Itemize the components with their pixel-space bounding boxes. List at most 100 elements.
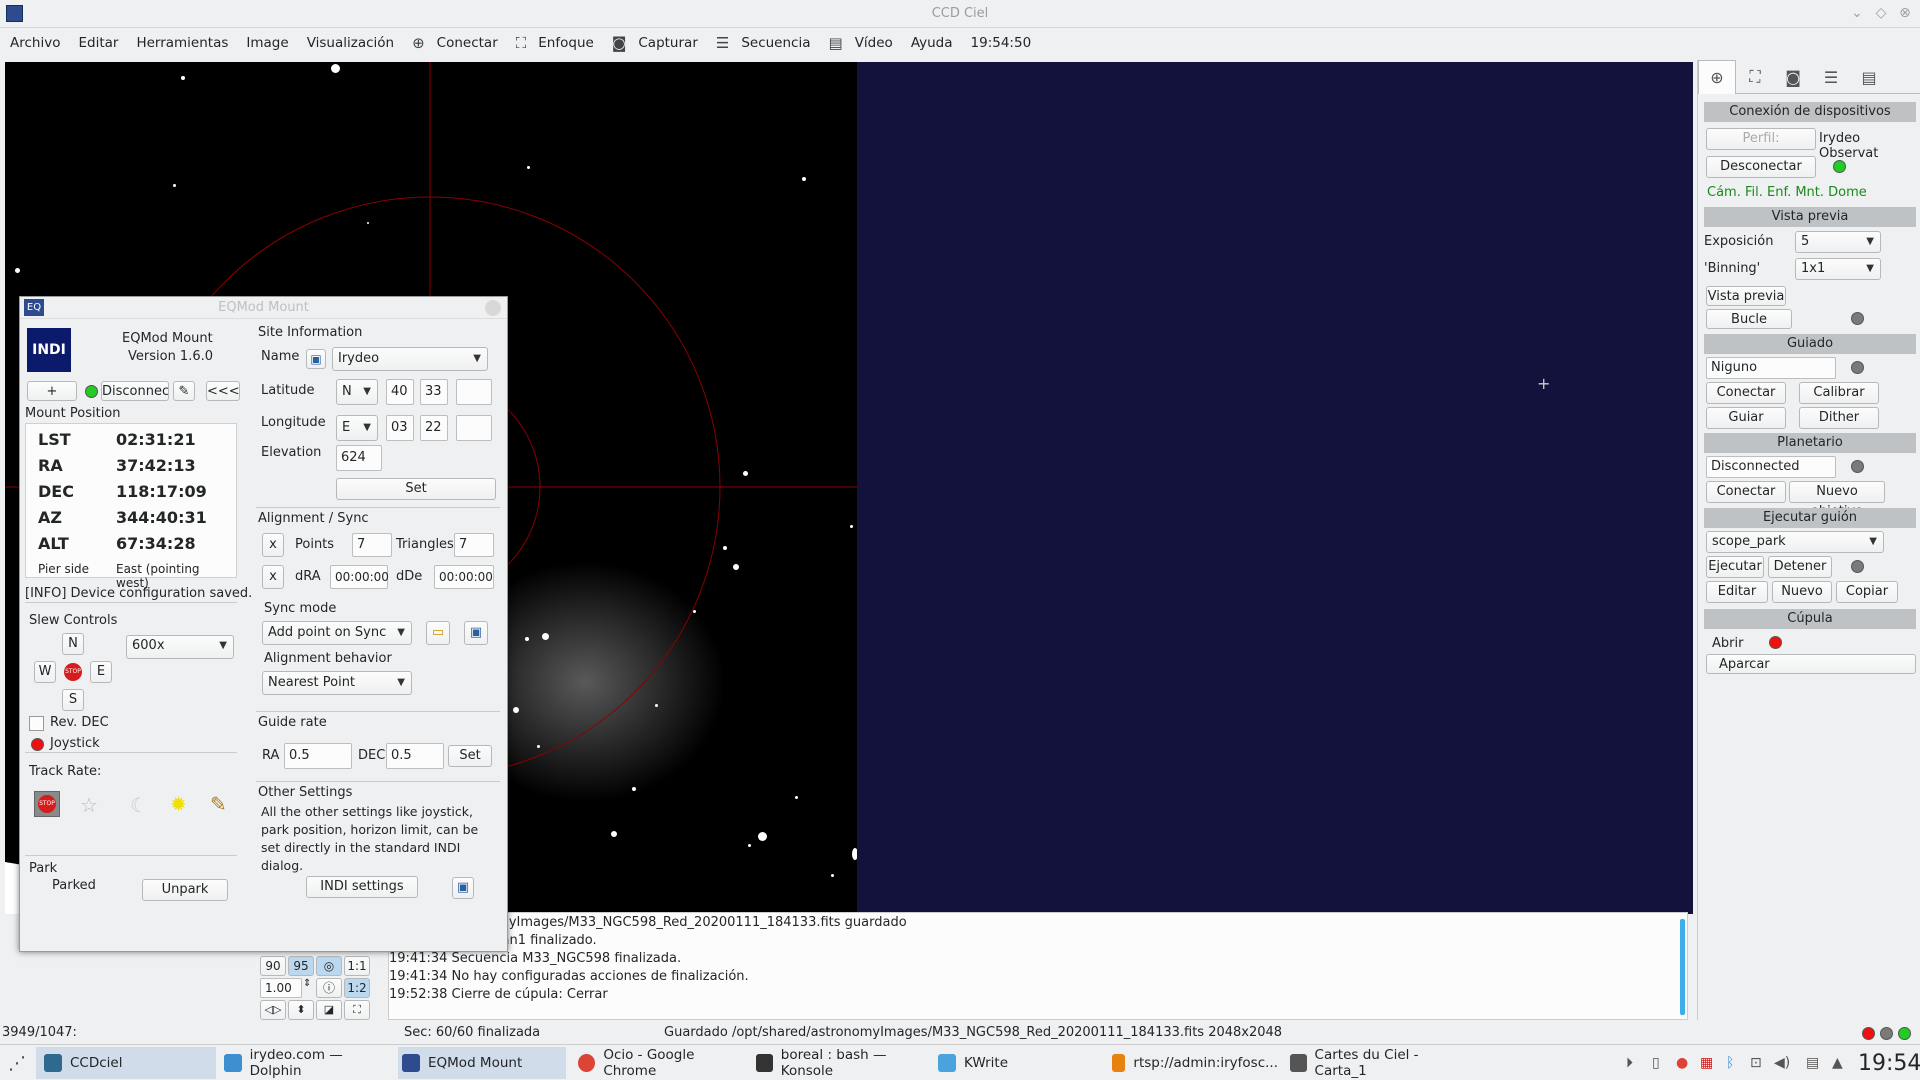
- menu-conectar[interactable]: ⊕ Conectar: [412, 34, 498, 52]
- guide-rate-dec-input[interactable]: 0.5: [386, 743, 444, 769]
- unpark-button[interactable]: Unpark: [142, 879, 228, 901]
- info-icon[interactable]: ⓘ: [316, 978, 342, 998]
- stop-icon[interactable]: STOP: [64, 663, 82, 681]
- zoom-input[interactable]: 1.00: [260, 978, 302, 998]
- maximize-icon[interactable]: ◇: [1872, 4, 1890, 22]
- rev-dec-checkbox[interactable]: [29, 716, 44, 731]
- sync-mode-select[interactable]: Add point on Sync ▼: [262, 621, 412, 645]
- save-icon[interactable]: ▣: [464, 621, 488, 645]
- preview-button[interactable]: Vista previa: [1706, 286, 1786, 306]
- task-vlc[interactable]: rtsp://admin:iryfosc...: [1108, 1047, 1278, 1079]
- bluetooth-icon[interactable]: ᛒ: [1726, 1055, 1734, 1071]
- fit-icon[interactable]: ⛶: [344, 1000, 370, 1020]
- clip-90-button[interactable]: 90: [260, 956, 286, 976]
- wrench-icon[interactable]: ✎: [173, 381, 195, 401]
- zoom-1-1-button[interactable]: 1:1: [344, 956, 370, 976]
- slew-south-button[interactable]: S: [62, 689, 84, 711]
- align-behavior-select[interactable]: Nearest Point ▼: [262, 671, 412, 695]
- longitude-min-input[interactable]: 22: [420, 415, 448, 441]
- sky-background[interactable]: +: [857, 62, 1693, 914]
- task-konsole[interactable]: boreal : bash — Konsole: [752, 1047, 932, 1079]
- stop-script-button[interactable]: Detener: [1768, 556, 1832, 578]
- task-chrome[interactable]: Ocio - Google Chrome: [570, 1047, 746, 1079]
- planet-connect-button[interactable]: Conectar: [1706, 481, 1786, 503]
- taskbar-clock[interactable]: 19:54: [1858, 1051, 1920, 1076]
- edit-script-button[interactable]: Editar: [1706, 581, 1768, 603]
- guider-field[interactable]: Niguno: [1706, 357, 1836, 379]
- chrome-tray-icon[interactable]: ●: [1676, 1055, 1688, 1071]
- indi-settings-button[interactable]: INDI settings: [306, 876, 418, 898]
- loop-button[interactable]: Bucle: [1706, 309, 1792, 329]
- latitude-dir-select[interactable]: N ▼: [336, 379, 378, 405]
- site-set-button[interactable]: Set: [336, 478, 496, 500]
- log-panel[interactable]: t/shared/astronomyImages/M33_NGC598_Red_…: [388, 912, 1688, 1020]
- menu-image[interactable]: Image: [246, 35, 288, 51]
- save-icon[interactable]: ▣: [306, 349, 326, 369]
- notes-icon[interactable]: ▤: [1806, 1055, 1819, 1071]
- tray-expand-icon[interactable]: ▲: [1832, 1055, 1843, 1071]
- custom-rate-icon[interactable]: ✎: [210, 792, 227, 816]
- open-folder-icon[interactable]: ▭: [426, 621, 450, 645]
- run-script-button[interactable]: Ejecutar: [1706, 556, 1764, 578]
- media-icon[interactable]: ⏵: [1626, 1055, 1633, 1071]
- minimize-icon[interactable]: ⌄: [1848, 4, 1866, 22]
- longitude-sec-input[interactable]: [456, 415, 492, 441]
- invert-icon[interactable]: ◪: [316, 1000, 342, 1020]
- slew-east-button[interactable]: E: [90, 661, 112, 683]
- log-scrollbar[interactable]: [1680, 919, 1685, 1015]
- flip-h-icon[interactable]: ◁▷: [260, 1000, 286, 1020]
- elevation-input[interactable]: 624: [336, 445, 382, 471]
- guide-button[interactable]: Guiar: [1706, 407, 1786, 429]
- slew-north-button[interactable]: N: [62, 633, 84, 655]
- task-dolphin[interactable]: irydeo.com — Dolphin: [220, 1047, 396, 1079]
- slew-west-button[interactable]: W: [34, 661, 56, 683]
- binning-select[interactable]: 1x1 ▼: [1795, 258, 1881, 280]
- solar-sun-icon[interactable]: ✹: [170, 792, 187, 816]
- menu-visualizacion[interactable]: Visualización: [307, 35, 394, 51]
- lunar-moon-icon[interactable]: ☾: [130, 793, 148, 817]
- clear-delta-button[interactable]: x: [262, 565, 284, 589]
- clipboard-icon[interactable]: ▯: [1652, 1055, 1660, 1071]
- menu-editar[interactable]: Editar: [78, 35, 118, 51]
- guide-rate-set-button[interactable]: Set: [448, 745, 492, 767]
- collapse-button[interactable]: <<<: [206, 381, 240, 401]
- close-icon[interactable]: ⊗: [1896, 4, 1914, 22]
- task-kwrite[interactable]: KWrite: [934, 1047, 1104, 1079]
- target-icon[interactable]: ◎: [316, 956, 342, 976]
- longitude-deg-input[interactable]: 03: [386, 415, 414, 441]
- clip-95-button[interactable]: 95: [288, 956, 314, 976]
- volume-icon[interactable]: ◀): [1774, 1055, 1790, 1071]
- script-select[interactable]: scope_park ▼: [1706, 531, 1884, 553]
- menu-capturar[interactable]: ◙ Capturar: [612, 34, 698, 52]
- exposure-select[interactable]: 5 ▼: [1795, 231, 1881, 253]
- menu-ayuda[interactable]: Ayuda: [911, 35, 953, 51]
- profile-button[interactable]: Perfil:: [1706, 128, 1816, 150]
- add-button[interactable]: +: [27, 381, 77, 401]
- disconnect-button[interactable]: Desconectar: [1706, 156, 1816, 178]
- menu-herramientas[interactable]: Herramientas: [136, 35, 228, 51]
- menu-archivo[interactable]: Archivo: [10, 35, 60, 51]
- tab-video-icon[interactable]: ▤: [1850, 60, 1888, 94]
- spin-icon[interactable]: ⇕: [303, 978, 311, 989]
- dither-button[interactable]: Dither: [1799, 407, 1879, 429]
- calibrate-button[interactable]: Calibrar: [1799, 382, 1879, 404]
- planetarium-field[interactable]: Disconnected: [1706, 456, 1836, 478]
- tab-focus-icon[interactable]: ⛶: [1736, 60, 1774, 94]
- tab-sequence-icon[interactable]: ☰: [1812, 60, 1850, 94]
- flip-v-icon[interactable]: ⬍: [288, 1000, 314, 1020]
- task-ccdciel[interactable]: CCDciel: [36, 1047, 216, 1079]
- clear-points-button[interactable]: x: [262, 533, 284, 557]
- site-name-select[interactable]: Irydeo ▼: [332, 347, 488, 371]
- new-script-button[interactable]: Nuevo: [1772, 581, 1832, 603]
- latitude-min-input[interactable]: 33: [420, 379, 448, 405]
- task-cartes-du-ciel[interactable]: Cartes du Ciel - Carta_1: [1282, 1047, 1462, 1079]
- dome-park-button[interactable]: Aparcar: [1706, 654, 1916, 674]
- latitude-deg-input[interactable]: 40: [386, 379, 414, 405]
- guide-connect-button[interactable]: Conectar: [1706, 382, 1786, 404]
- tab-capture-icon[interactable]: ◙: [1774, 60, 1812, 94]
- copy-script-button[interactable]: Copiar: [1836, 581, 1898, 603]
- task-eqmod[interactable]: EQMod Mount: [398, 1047, 566, 1079]
- latitude-sec-input[interactable]: [456, 379, 492, 405]
- app-launcher-icon[interactable]: ⋰: [8, 1053, 26, 1074]
- menu-secuencia[interactable]: ☰ Secuencia: [716, 34, 811, 52]
